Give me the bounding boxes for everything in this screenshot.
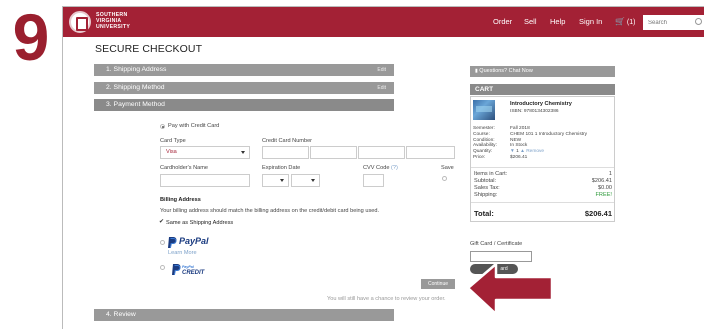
book-title[interactable]: Introductory Chemistry	[510, 101, 572, 108]
save-label: Save	[441, 165, 454, 171]
billing-address-note: Your billing address should match the bi…	[160, 208, 380, 214]
paypal-learn-more-link[interactable]: Learn More	[168, 250, 197, 257]
same-as-shipping-label[interactable]: Same as Shipping Address	[166, 220, 233, 227]
chevron-down-icon	[311, 179, 315, 182]
expiration-year-select[interactable]	[291, 174, 320, 187]
paypal-credit-wordmark[interactable]: PayPal CREDIT	[182, 264, 204, 276]
decrement-icon[interactable]: ▼	[510, 149, 515, 154]
page-title: SECURE CHECKOUT	[95, 43, 203, 55]
sales-tax-label: Sales Tax:	[474, 185, 500, 191]
shipping-value: FREE!	[595, 192, 612, 198]
card-number-field-3[interactable]	[358, 146, 405, 159]
shipping-label: Shipping:	[474, 192, 498, 198]
cart-count: (1)	[626, 19, 636, 26]
subtotal-label: Subtotal:	[474, 178, 497, 184]
cvv-label: CVV Code (?)	[363, 165, 398, 171]
total-value: $206.41	[584, 209, 612, 218]
chat-icon: ▮	[475, 68, 478, 74]
card-type-select[interactable]: Visa	[160, 146, 250, 159]
search-icon[interactable]	[695, 18, 702, 25]
expiration-month-select[interactable]	[262, 174, 289, 187]
total-label: Total:	[474, 209, 494, 218]
divider	[471, 202, 614, 203]
card-number-field-1[interactable]	[262, 146, 309, 159]
gift-card-label: Gift Card / Certificate	[470, 241, 523, 247]
paypal-radio[interactable]	[160, 240, 165, 245]
book-cover-image	[473, 100, 495, 120]
pointer-arrow-icon	[466, 262, 554, 316]
paypal-wordmark[interactable]: PayPal	[179, 236, 209, 246]
sales-tax-value: $0.00	[598, 185, 612, 191]
cart-detail-values: Fall 2018 CHEM 101 1 Introductory Chemis…	[510, 126, 588, 160]
paypal-credit-logo-icon	[172, 264, 181, 275]
header-cart-link[interactable]: 🛒 (1)	[615, 7, 635, 37]
billing-address-heading: Billing Address	[160, 197, 201, 203]
checkmark-icon[interactable]: ✔	[159, 219, 164, 225]
nav-sell[interactable]: Sell	[524, 7, 537, 37]
step-shipping-method[interactable]: 2. Shipping Method Edit	[94, 82, 394, 94]
card-number-label: Credit Card Number	[262, 138, 313, 144]
cart-heading: CART	[470, 84, 615, 95]
card-type-label: Card Type	[160, 138, 186, 144]
increment-icon[interactable]: ▲	[520, 149, 525, 154]
paypal-credit-radio[interactable]	[160, 265, 165, 270]
edit-shipping-method-link[interactable]: Edit	[377, 82, 386, 94]
step-review[interactable]: 4. Review	[94, 309, 394, 321]
remove-link[interactable]: Remove	[526, 149, 544, 154]
items-in-cart-label: Items in Cart:	[474, 171, 508, 177]
step-shipping-address[interactable]: 1. Shipping Address Edit	[94, 64, 394, 76]
save-card-radio[interactable]	[442, 176, 447, 181]
review-note: You will still have a chance to review y…	[327, 296, 446, 302]
cvv-input[interactable]	[363, 174, 384, 187]
chat-now-bar[interactable]: ▮ Questions? Chat Now	[470, 66, 615, 77]
paypal-logo-icon	[168, 237, 177, 248]
cardholder-label: Cardholder's Name	[160, 165, 209, 171]
items-in-cart-value: 1	[608, 171, 612, 177]
university-seal-icon[interactable]	[69, 11, 91, 33]
cart-detail-labels: Semester: Course: Condition: Availabilit…	[473, 126, 497, 160]
step-payment-method[interactable]: 3. Payment Method	[94, 99, 394, 111]
chevron-down-icon	[241, 151, 245, 154]
card-number-field-2[interactable]	[310, 146, 357, 159]
book-isbn: ISBN: 9780134302386	[510, 109, 559, 114]
pay-credit-card-radio[interactable]	[160, 124, 165, 129]
cart-icon: 🛒	[615, 17, 625, 26]
site-header: SOUTHERN VIRGINIA UNIVERSITY Order Sell …	[63, 7, 704, 37]
continue-button[interactable]: Continue	[421, 279, 455, 289]
university-name[interactable]: SOUTHERN VIRGINIA UNIVERSITY	[96, 12, 156, 30]
card-number-field-4[interactable]	[406, 146, 455, 159]
nav-help[interactable]: Help	[550, 7, 565, 37]
pay-credit-card-label: Pay with Credit Card	[168, 123, 220, 129]
gift-card-input[interactable]	[470, 251, 532, 262]
tutorial-step-number: 9	[12, 0, 50, 74]
nav-sign-in[interactable]: Sign In	[579, 7, 602, 37]
divider	[471, 167, 614, 168]
subtotal-value: $206.41	[591, 178, 612, 184]
cvv-help-link[interactable]: (?)	[391, 165, 398, 171]
expiration-label: Expiration Date	[262, 165, 301, 171]
chevron-down-icon	[280, 179, 284, 182]
cardholder-name-input[interactable]	[160, 174, 250, 187]
nav-order[interactable]: Order	[493, 7, 512, 37]
edit-shipping-address-link[interactable]: Edit	[377, 64, 386, 76]
